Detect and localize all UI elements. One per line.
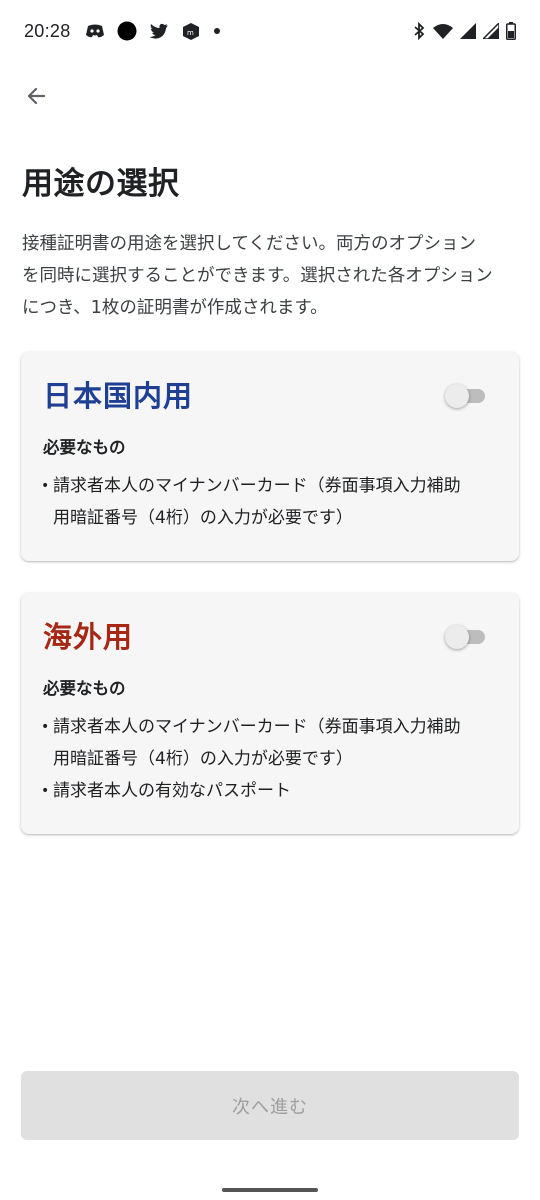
requirement-line: 請求者本人の有効なパスポート bbox=[53, 781, 291, 801]
circle-app-icon bbox=[117, 21, 137, 41]
requirement-item: 請求者本人のマイナンバーカード（券面事項入力補助 用暗証番号（4桁）の入力が必要… bbox=[41, 711, 497, 775]
toggle-thumb bbox=[445, 625, 469, 649]
requirement-item: 請求者本人のマイナンバーカード（券面事項入力補助 用暗証番号（4桁）の入力が必要… bbox=[41, 470, 497, 534]
discord-icon bbox=[85, 23, 105, 39]
requirement-item: 請求者本人の有効なパスポート bbox=[41, 775, 497, 807]
svg-text:m: m bbox=[187, 29, 194, 37]
signal-icon bbox=[460, 23, 476, 39]
requirements-list: 請求者本人のマイナンバーカード（券面事項入力補助 用暗証番号（4桁）の入力が必要… bbox=[41, 470, 497, 534]
requirement-line: 用暗証番号（4桁）の入力が必要です） bbox=[53, 749, 353, 769]
back-button[interactable] bbox=[14, 76, 58, 120]
notification-icons: m bbox=[85, 21, 221, 41]
requirement-line: 請求者本人のマイナンバーカード（券面事項入力補助 bbox=[53, 476, 461, 496]
status-bar: 20:28 m bbox=[0, 0, 540, 62]
home-indicator bbox=[222, 1188, 318, 1192]
system-icons bbox=[412, 22, 516, 40]
toggle-thumb bbox=[445, 384, 469, 408]
requirements-heading: 必要なもの bbox=[43, 679, 126, 698]
wifi-icon bbox=[433, 23, 453, 39]
toggle-switch-overseas[interactable] bbox=[445, 625, 485, 649]
next-button[interactable]: 次へ進む bbox=[21, 1071, 519, 1140]
description-line: を同時に選択することができます。選択された各オプション bbox=[22, 266, 493, 286]
toggle-switch-domestic[interactable] bbox=[445, 384, 485, 408]
requirements-list: 請求者本人のマイナンバーカード（券面事項入力補助 用暗証番号（4桁）の入力が必要… bbox=[41, 711, 497, 807]
requirement-line: 請求者本人のマイナンバーカード（券面事項入力補助 bbox=[53, 717, 461, 737]
twitter-icon bbox=[149, 23, 169, 39]
option-title-domestic: 日本国内用 bbox=[43, 379, 194, 413]
page-title: 用途の選択 bbox=[22, 166, 180, 202]
description: 接種証明書の用途を選択してください。両方のオプション を同時に選択することができ… bbox=[22, 228, 522, 324]
description-line: につき、1枚の証明書が作成されます。 bbox=[22, 298, 328, 318]
option-card-domestic[interactable]: 日本国内用 必要なもの 請求者本人のマイナンバーカード（券面事項入力補助 用暗証… bbox=[21, 352, 519, 561]
arrow-back-icon bbox=[24, 84, 48, 112]
requirement-line: 用暗証番号（4桁）の入力が必要です） bbox=[53, 508, 353, 528]
signal-icon-secondary bbox=[483, 23, 499, 39]
app-icon: m bbox=[181, 21, 201, 41]
bluetooth-icon bbox=[412, 22, 426, 40]
status-time: 20:28 bbox=[24, 20, 71, 41]
requirements-heading: 必要なもの bbox=[43, 438, 126, 457]
dot-icon bbox=[213, 27, 221, 35]
description-line: 接種証明書の用途を選択してください。両方のオプション bbox=[22, 234, 476, 254]
battery-icon bbox=[506, 22, 516, 40]
option-card-overseas[interactable]: 海外用 必要なもの 請求者本人のマイナンバーカード（券面事項入力補助 用暗証番号… bbox=[21, 593, 519, 834]
option-title-overseas: 海外用 bbox=[43, 620, 134, 654]
